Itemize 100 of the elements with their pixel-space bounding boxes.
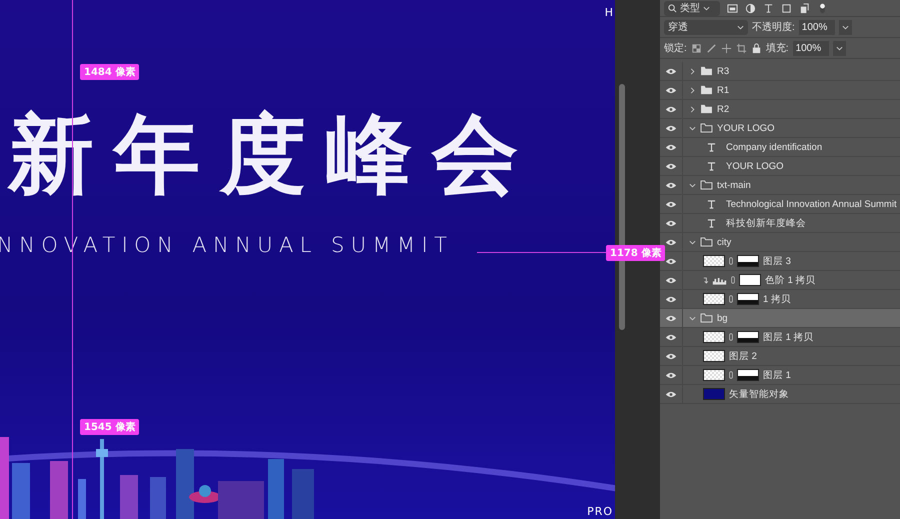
lock-icon[interactable] (750, 42, 762, 54)
crop-icon[interactable] (736, 42, 747, 54)
mask-thumbnail (739, 274, 761, 286)
eye-icon[interactable] (665, 314, 677, 322)
layer-row[interactable]: 图层 3 (660, 252, 900, 271)
layer-row[interactable]: YOUR LOGO (660, 119, 900, 138)
layer-row[interactable]: Company identification (660, 138, 900, 157)
layer-name: Company identification (726, 142, 822, 152)
fill-dropdown-button[interactable] (832, 40, 846, 56)
layer-row[interactable]: 图层 1 (660, 366, 900, 385)
smart-object-filter-icon[interactable] (799, 2, 810, 14)
text-layer-icon (707, 218, 716, 228)
eye-icon[interactable] (665, 372, 677, 378)
layer-row[interactable]: YOUR LOGO (660, 157, 900, 176)
histogram-icon (712, 276, 727, 284)
search-icon (668, 4, 677, 12)
chevron-icon[interactable] (689, 182, 696, 188)
fill-label: 填充: (766, 42, 789, 55)
chevron-icon[interactable] (689, 86, 696, 94)
layer-row[interactable]: 色阶 1 拷贝 (660, 271, 900, 290)
chevron-icon[interactable] (689, 238, 696, 246)
shape-filter-icon[interactable] (781, 2, 792, 14)
layer-row[interactable]: R2 (660, 100, 900, 119)
eye-icon[interactable] (665, 200, 677, 208)
eye-icon[interactable] (665, 238, 677, 246)
layer-thumbnail (703, 331, 725, 343)
layer-name: 图层 1 (763, 368, 791, 382)
layer-row[interactable]: txt-main (660, 176, 900, 195)
eye-icon[interactable] (665, 220, 677, 226)
layer-name: YOUR LOGO (726, 160, 784, 172)
layer-thumbnail (703, 388, 725, 400)
measurement-label: 1545 像素 (80, 419, 140, 435)
corner-text: PRO (587, 505, 613, 518)
blend-mode-dropdown[interactable]: 穿透 (664, 20, 748, 34)
eye-icon[interactable] (665, 296, 677, 302)
filter-toggle-icon[interactable] (817, 2, 828, 14)
layer-row[interactable]: Technological Innovation Annual Summit (660, 195, 900, 214)
text-layer-icon (707, 200, 716, 208)
layer-thumbnail (703, 350, 725, 362)
brush-icon[interactable] (706, 42, 717, 54)
opacity-dropdown-button[interactable] (838, 20, 852, 34)
caret-icon (737, 24, 744, 30)
layer-thumbnail (703, 369, 725, 381)
layer-name: Technological Innovation Annual Summit (726, 198, 897, 210)
chevron-icon[interactable] (689, 68, 696, 74)
opacity-field[interactable]: 100% (798, 20, 835, 34)
layer-row[interactable]: bg (660, 309, 900, 328)
eye-icon[interactable] (665, 352, 677, 360)
type-filter-icon[interactable] (763, 2, 774, 14)
caret-icon (703, 6, 710, 10)
fill-field[interactable]: 100% (792, 40, 829, 56)
folder-icon (700, 104, 713, 114)
layer-row[interactable]: 科技创新年度峰会 (660, 214, 900, 233)
folder-icon (700, 66, 713, 76)
eye-icon[interactable] (665, 86, 677, 94)
layer-row[interactable]: 矢量智能对象 (660, 385, 900, 404)
eye-icon[interactable] (665, 334, 677, 340)
layer-thumbnail (703, 255, 725, 267)
eye-icon[interactable] (665, 124, 677, 132)
layer-row[interactable]: 图层 2 (660, 347, 900, 366)
folder-icon (700, 313, 713, 323)
folder-icon (700, 123, 713, 133)
layer-name: txt-main (717, 180, 751, 190)
chevron-icon[interactable] (689, 106, 696, 112)
lock-label: 锁定: (664, 42, 687, 55)
adjustment-filter-icon[interactable] (745, 2, 756, 14)
corner-text: H (604, 6, 613, 19)
layer-row[interactable]: city (660, 233, 900, 252)
eye-icon[interactable] (665, 390, 677, 398)
checkerboard-icon[interactable] (690, 42, 702, 54)
layer-name: bg (717, 312, 728, 324)
layer-name: R3 (717, 66, 730, 76)
eye-icon[interactable] (665, 258, 677, 264)
eye-icon[interactable] (665, 162, 677, 170)
layer-thumbnail (703, 293, 725, 305)
layer-name: R2 (717, 104, 730, 114)
link-icon (729, 332, 733, 342)
layer-row[interactable]: R3 (660, 62, 900, 81)
layer-row[interactable]: R1 (660, 81, 900, 100)
layer-name: city (717, 236, 732, 248)
mask-thumbnail (737, 331, 759, 343)
chevron-icon[interactable] (689, 314, 696, 322)
opacity-label: 不透明度: (752, 20, 795, 34)
folder-icon (700, 237, 713, 247)
eye-icon[interactable] (665, 182, 677, 188)
filter-dropdown[interactable]: 类型 (664, 0, 720, 16)
eye-icon[interactable] (665, 106, 677, 112)
chevron-icon[interactable] (689, 124, 696, 132)
eye-icon[interactable] (665, 144, 677, 150)
caret-icon (836, 46, 843, 50)
text-layer-icon (707, 142, 716, 152)
mask-thumbnail (737, 369, 759, 381)
image-filter-icon[interactable] (727, 2, 738, 14)
layer-name: YOUR LOGO (717, 122, 775, 134)
eye-icon[interactable] (665, 276, 677, 284)
link-icon (729, 370, 733, 380)
move-icon[interactable] (720, 42, 732, 54)
eye-icon[interactable] (665, 68, 677, 74)
measurement-label: 1178 像素 (606, 245, 666, 261)
layer-row[interactable]: 图层 1 拷贝 (660, 328, 900, 347)
